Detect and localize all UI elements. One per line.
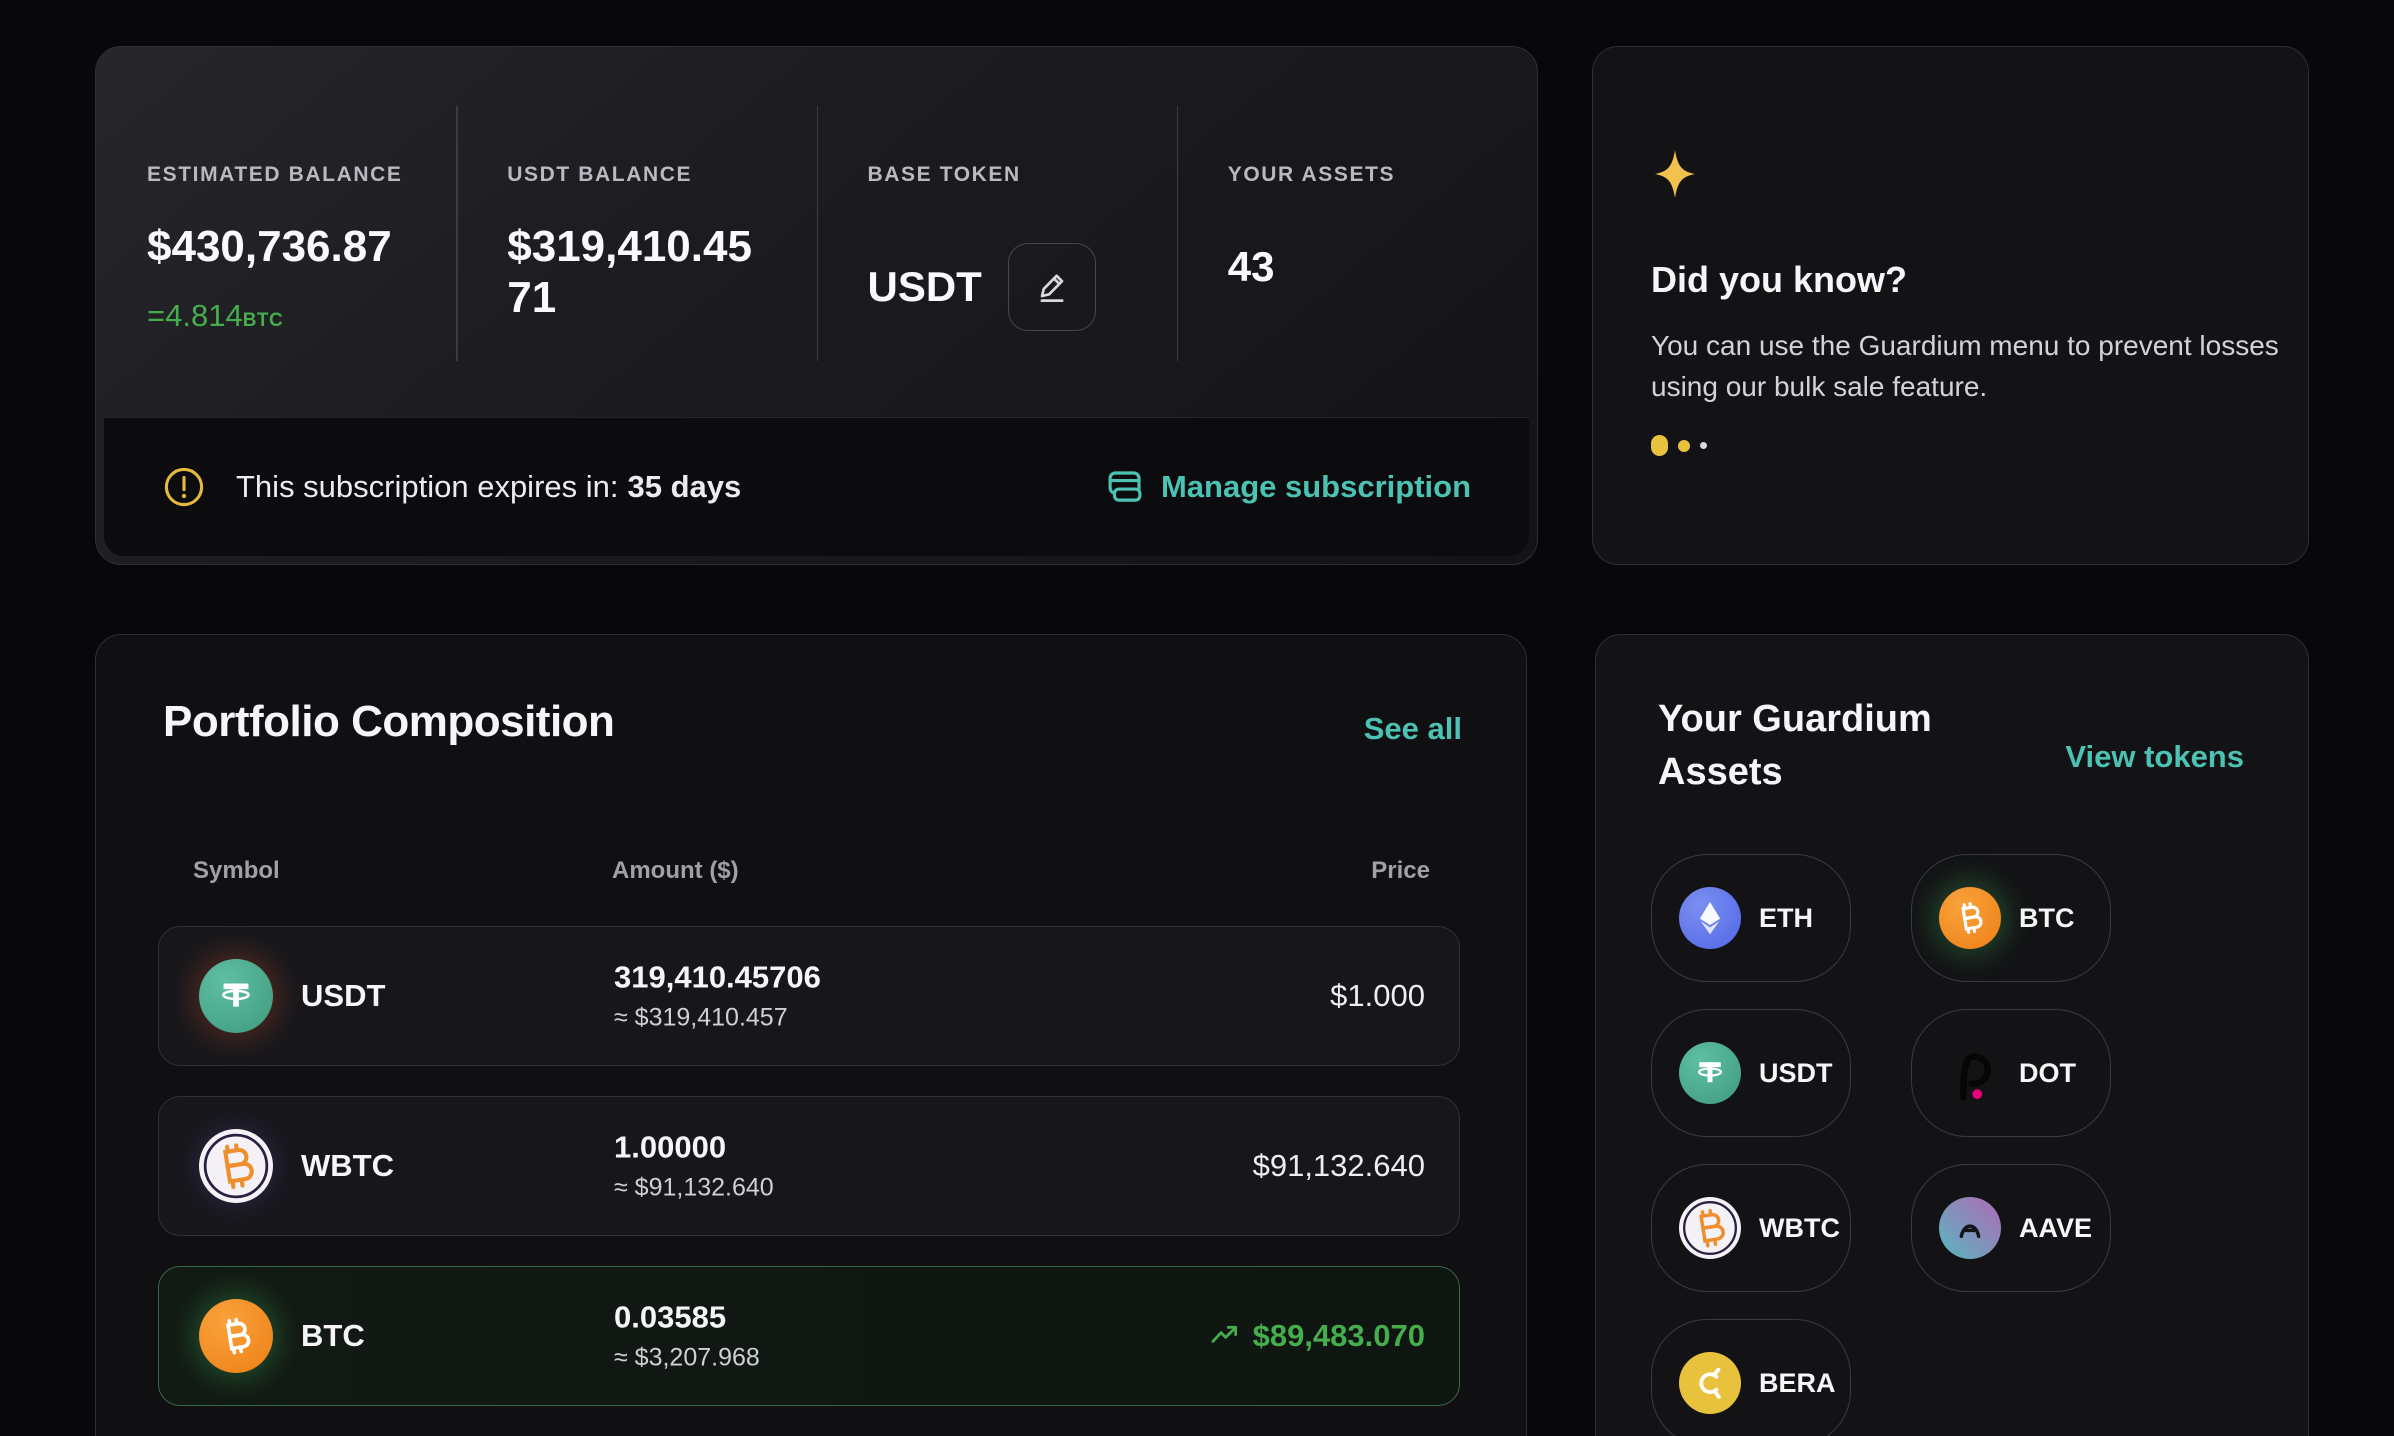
row-symbol: USDT xyxy=(301,978,385,1014)
token-pill-dot[interactable]: DOT xyxy=(1911,1009,2111,1137)
stat-base-token: BASE TOKEN USDT xyxy=(817,47,1177,419)
carousel-dot[interactable] xyxy=(1700,442,1707,449)
row-price: $1.000 xyxy=(1330,978,1425,1014)
usdt-balance-label: USDT BALANCE xyxy=(507,163,768,187)
btc-equivalent-value: =4.814 xyxy=(147,298,243,333)
table-row-btc[interactable]: BTC 0.03585 ≈ $3,207.968 $89,483.070 xyxy=(158,1266,1460,1406)
view-tokens-link[interactable]: View tokens xyxy=(2065,739,2244,775)
portfolio-title: Portfolio Composition xyxy=(163,697,614,747)
row-amount-approx: ≈ $3,207.968 xyxy=(614,1344,760,1373)
table-header: Symbol Amount ($) Price xyxy=(96,857,1526,887)
manage-subscription-label: Manage subscription xyxy=(1161,469,1471,505)
row-price-positive: $89,483.070 xyxy=(1209,1318,1425,1354)
column-header-symbol: Symbol xyxy=(193,857,280,885)
token-label: WBTC xyxy=(1759,1213,1840,1244)
balance-stats-row: ESTIMATED BALANCE $430,736.87 =4.814BTC … xyxy=(96,47,1537,419)
btc-coin-icon xyxy=(199,1299,273,1373)
edit-base-token-button[interactable] xyxy=(1008,243,1096,331)
token-pill-usdt[interactable]: USDT xyxy=(1651,1009,1851,1137)
base-token-value: USDT xyxy=(868,263,982,312)
pencil-icon xyxy=(1033,268,1071,306)
btc-equivalent: =4.814BTC xyxy=(147,298,408,334)
portfolio-rows: USDT 319,410.45706 ≈ $319,410.457 $1.000… xyxy=(158,926,1460,1436)
carousel-dots xyxy=(1651,435,1707,456)
balance-summary-card: ESTIMATED BALANCE $430,736.87 =4.814BTC … xyxy=(95,46,1538,565)
subscription-footer: This subscription expires in:35 days Man… xyxy=(104,417,1529,556)
wbtc-coin-icon xyxy=(199,1129,273,1203)
eth-coin-icon xyxy=(1679,887,1741,949)
table-row-usdt[interactable]: USDT 319,410.45706 ≈ $319,410.457 $1.000 xyxy=(158,926,1460,1066)
row-amount-approx: ≈ $319,410.457 xyxy=(614,1004,821,1033)
row-symbol: WBTC xyxy=(301,1148,394,1184)
bera-coin-icon xyxy=(1679,1352,1741,1414)
row-amount: 0.03585 ≈ $3,207.968 xyxy=(614,1300,760,1373)
tip-body: You can use the Guardium menu to prevent… xyxy=(1651,325,2281,408)
row-amount: 319,410.45706 ≈ $319,410.457 xyxy=(614,960,821,1033)
cards-icon xyxy=(1104,466,1146,508)
your-assets-value: 43 xyxy=(1228,243,1489,292)
trending-up-icon xyxy=(1209,1320,1241,1352)
stat-usdt-balance: USDT BALANCE $319,410.4571 xyxy=(456,47,816,419)
subscription-message: This subscription expires in:35 days xyxy=(236,469,741,505)
token-label: USDT xyxy=(1759,1058,1833,1089)
stat-estimated-balance: ESTIMATED BALANCE $430,736.87 =4.814BTC xyxy=(96,47,456,419)
token-pill-wbtc[interactable]: WBTC xyxy=(1651,1164,1851,1292)
column-header-amount: Amount ($) xyxy=(612,857,739,885)
portfolio-composition-card: Portfolio Composition See all Symbol Amo… xyxy=(95,634,1527,1436)
warning-icon xyxy=(162,465,206,509)
usdt-balance-value: $319,410.4571 xyxy=(507,221,759,323)
dot-coin-icon xyxy=(1939,1042,2001,1104)
aave-coin-icon xyxy=(1939,1197,2001,1259)
table-row-wbtc[interactable]: WBTC 1.00000 ≈ $91,132.640 $91,132.640 xyxy=(158,1096,1460,1236)
usdt-coin-icon xyxy=(199,959,273,1033)
token-pill-bera[interactable]: BERA xyxy=(1651,1319,1851,1436)
token-pill-eth[interactable]: ETH xyxy=(1651,854,1851,982)
row-amount-approx: ≈ $91,132.640 xyxy=(614,1174,774,1203)
tip-title: Did you know? xyxy=(1651,259,1907,301)
base-token-label: BASE TOKEN xyxy=(868,163,1129,187)
row-symbol: BTC xyxy=(301,1318,365,1354)
subscription-status: This subscription expires in:35 days xyxy=(162,465,741,509)
estimated-balance-label: ESTIMATED BALANCE xyxy=(147,163,408,187)
btc-coin-icon xyxy=(1939,887,2001,949)
token-label: ETH xyxy=(1759,903,1813,934)
token-label: BERA xyxy=(1759,1368,1836,1399)
see-all-link[interactable]: See all xyxy=(1364,711,1462,747)
guardium-assets-title: Your Guardium Assets xyxy=(1658,693,1988,799)
token-pill-btc[interactable]: BTC xyxy=(1911,854,2111,982)
wbtc-coin-icon xyxy=(1679,1197,1741,1259)
usdt-coin-icon xyxy=(1679,1042,1741,1104)
token-label: DOT xyxy=(2019,1058,2076,1089)
your-assets-label: YOUR ASSETS xyxy=(1228,163,1489,187)
btc-equivalent-unit: BTC xyxy=(243,310,284,331)
manage-subscription-link[interactable]: Manage subscription xyxy=(1104,466,1471,508)
subscription-days: 35 days xyxy=(628,469,742,504)
token-label: BTC xyxy=(2019,903,2075,934)
row-price: $91,132.640 xyxy=(1253,1148,1425,1184)
token-pill-aave[interactable]: AAVE xyxy=(1911,1164,2111,1292)
did-you-know-card: Did you know? You can use the Guardium m… xyxy=(1592,46,2309,565)
column-header-price: Price xyxy=(1371,857,1430,885)
row-amount: 1.00000 ≈ $91,132.640 xyxy=(614,1130,774,1203)
carousel-dot[interactable] xyxy=(1678,440,1690,452)
guardium-assets-card: Your Guardium Assets View tokens ETH BTC xyxy=(1595,634,2309,1436)
estimated-balance-value: $430,736.87 xyxy=(147,221,408,272)
carousel-dot-active[interactable] xyxy=(1651,435,1668,456)
stat-your-assets: YOUR ASSETS 43 xyxy=(1177,47,1537,419)
sparkle-icon xyxy=(1651,147,1699,205)
token-label: AAVE xyxy=(2019,1213,2092,1244)
